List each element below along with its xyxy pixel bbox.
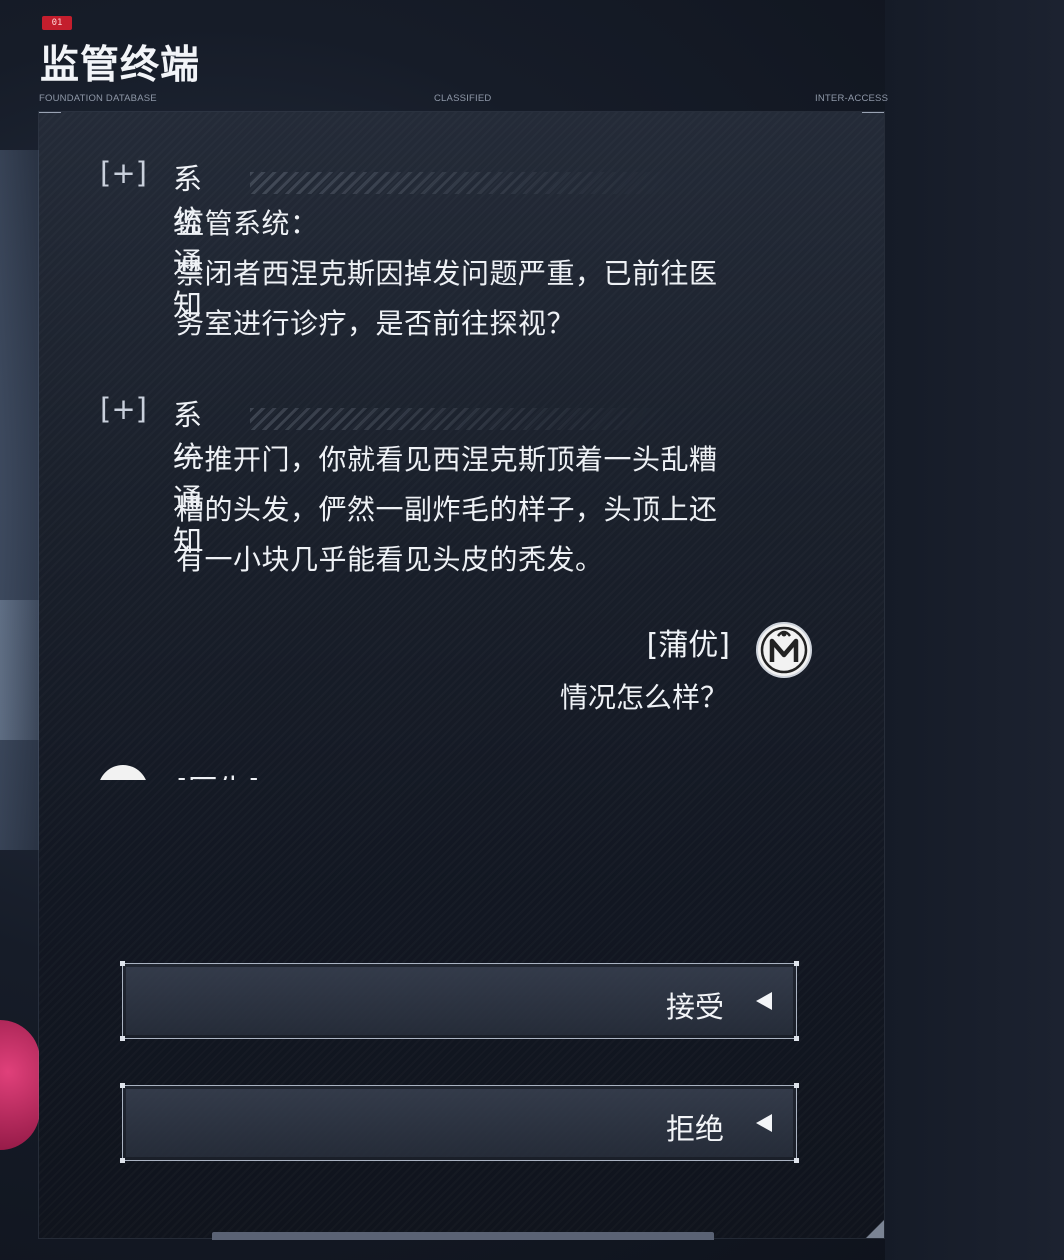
button-corner: [120, 1083, 125, 1088]
notice-line: 糟的头发，俨然一副炸毛的样子，头顶上还: [176, 493, 718, 526]
triangle-left-icon: [756, 1114, 772, 1132]
button-corner: [794, 1158, 799, 1163]
button-corner: [120, 1158, 125, 1163]
speaker-name: [蒲优]: [646, 628, 730, 663]
expand-toggle[interactable]: [+]: [100, 156, 147, 190]
meta-left: FOUNDATION DATABASE: [39, 93, 157, 104]
meta-right: INTER-ACCESS: [815, 93, 889, 104]
background-right: [885, 0, 1064, 1260]
decline-button[interactable]: 拒绝: [120, 1083, 799, 1163]
expand-toggle[interactable]: [+]: [100, 392, 147, 426]
decline-label: 拒绝: [665, 1112, 724, 1146]
meta-center: CLASSIFIED: [434, 93, 492, 104]
notice-body: 一推开门，你就看见西涅克斯顶着一头乱糟 糟的头发，俨然一副炸毛的样子，头顶上还 …: [176, 435, 776, 585]
notice-body: 监管系统： 禁闭者西涅克斯因掉发问题严重，已前往医 务室进行诊疗，是否前往探视？: [176, 199, 776, 349]
background-character-accent: [0, 1020, 40, 1150]
accept-label: 接受: [665, 990, 724, 1024]
header-badge: 01: [42, 16, 72, 30]
notice-line: 一推开门，你就看见西涅克斯顶着一头乱糟: [176, 443, 718, 476]
button-corner: [120, 1036, 125, 1041]
button-corner: [794, 961, 799, 966]
button-corner: [794, 1036, 799, 1041]
title-stripe: [250, 172, 680, 194]
panel-corner: [866, 1220, 884, 1238]
notice-line: 禁闭者西涅克斯因掉发问题严重，已前往医: [176, 257, 718, 290]
triangle-left-icon: [756, 992, 772, 1010]
page-title: 监管终端: [40, 43, 201, 88]
notice-line: 务室进行诊疗，是否前往探视？: [176, 307, 576, 340]
panel-corner: [862, 112, 884, 113]
next-message-partial: [医生]: [90, 760, 390, 780]
m-emblem-icon: [756, 622, 812, 678]
notice-line: 监管系统：: [176, 207, 319, 240]
panel-corner: [39, 112, 61, 113]
panel-scroll-handle[interactable]: [212, 1232, 714, 1240]
dialog-text: 情况怎么样？: [559, 681, 728, 714]
speaker-name: [医生]: [176, 766, 259, 780]
title-stripe: [250, 408, 680, 430]
speaker-avatar-icon: [98, 765, 148, 780]
accept-button[interactable]: 接受: [120, 961, 799, 1041]
notice-line: 有一小块几乎能看见头皮的秃发。: [176, 543, 604, 576]
button-corner: [120, 961, 125, 966]
button-corner: [794, 1083, 799, 1088]
